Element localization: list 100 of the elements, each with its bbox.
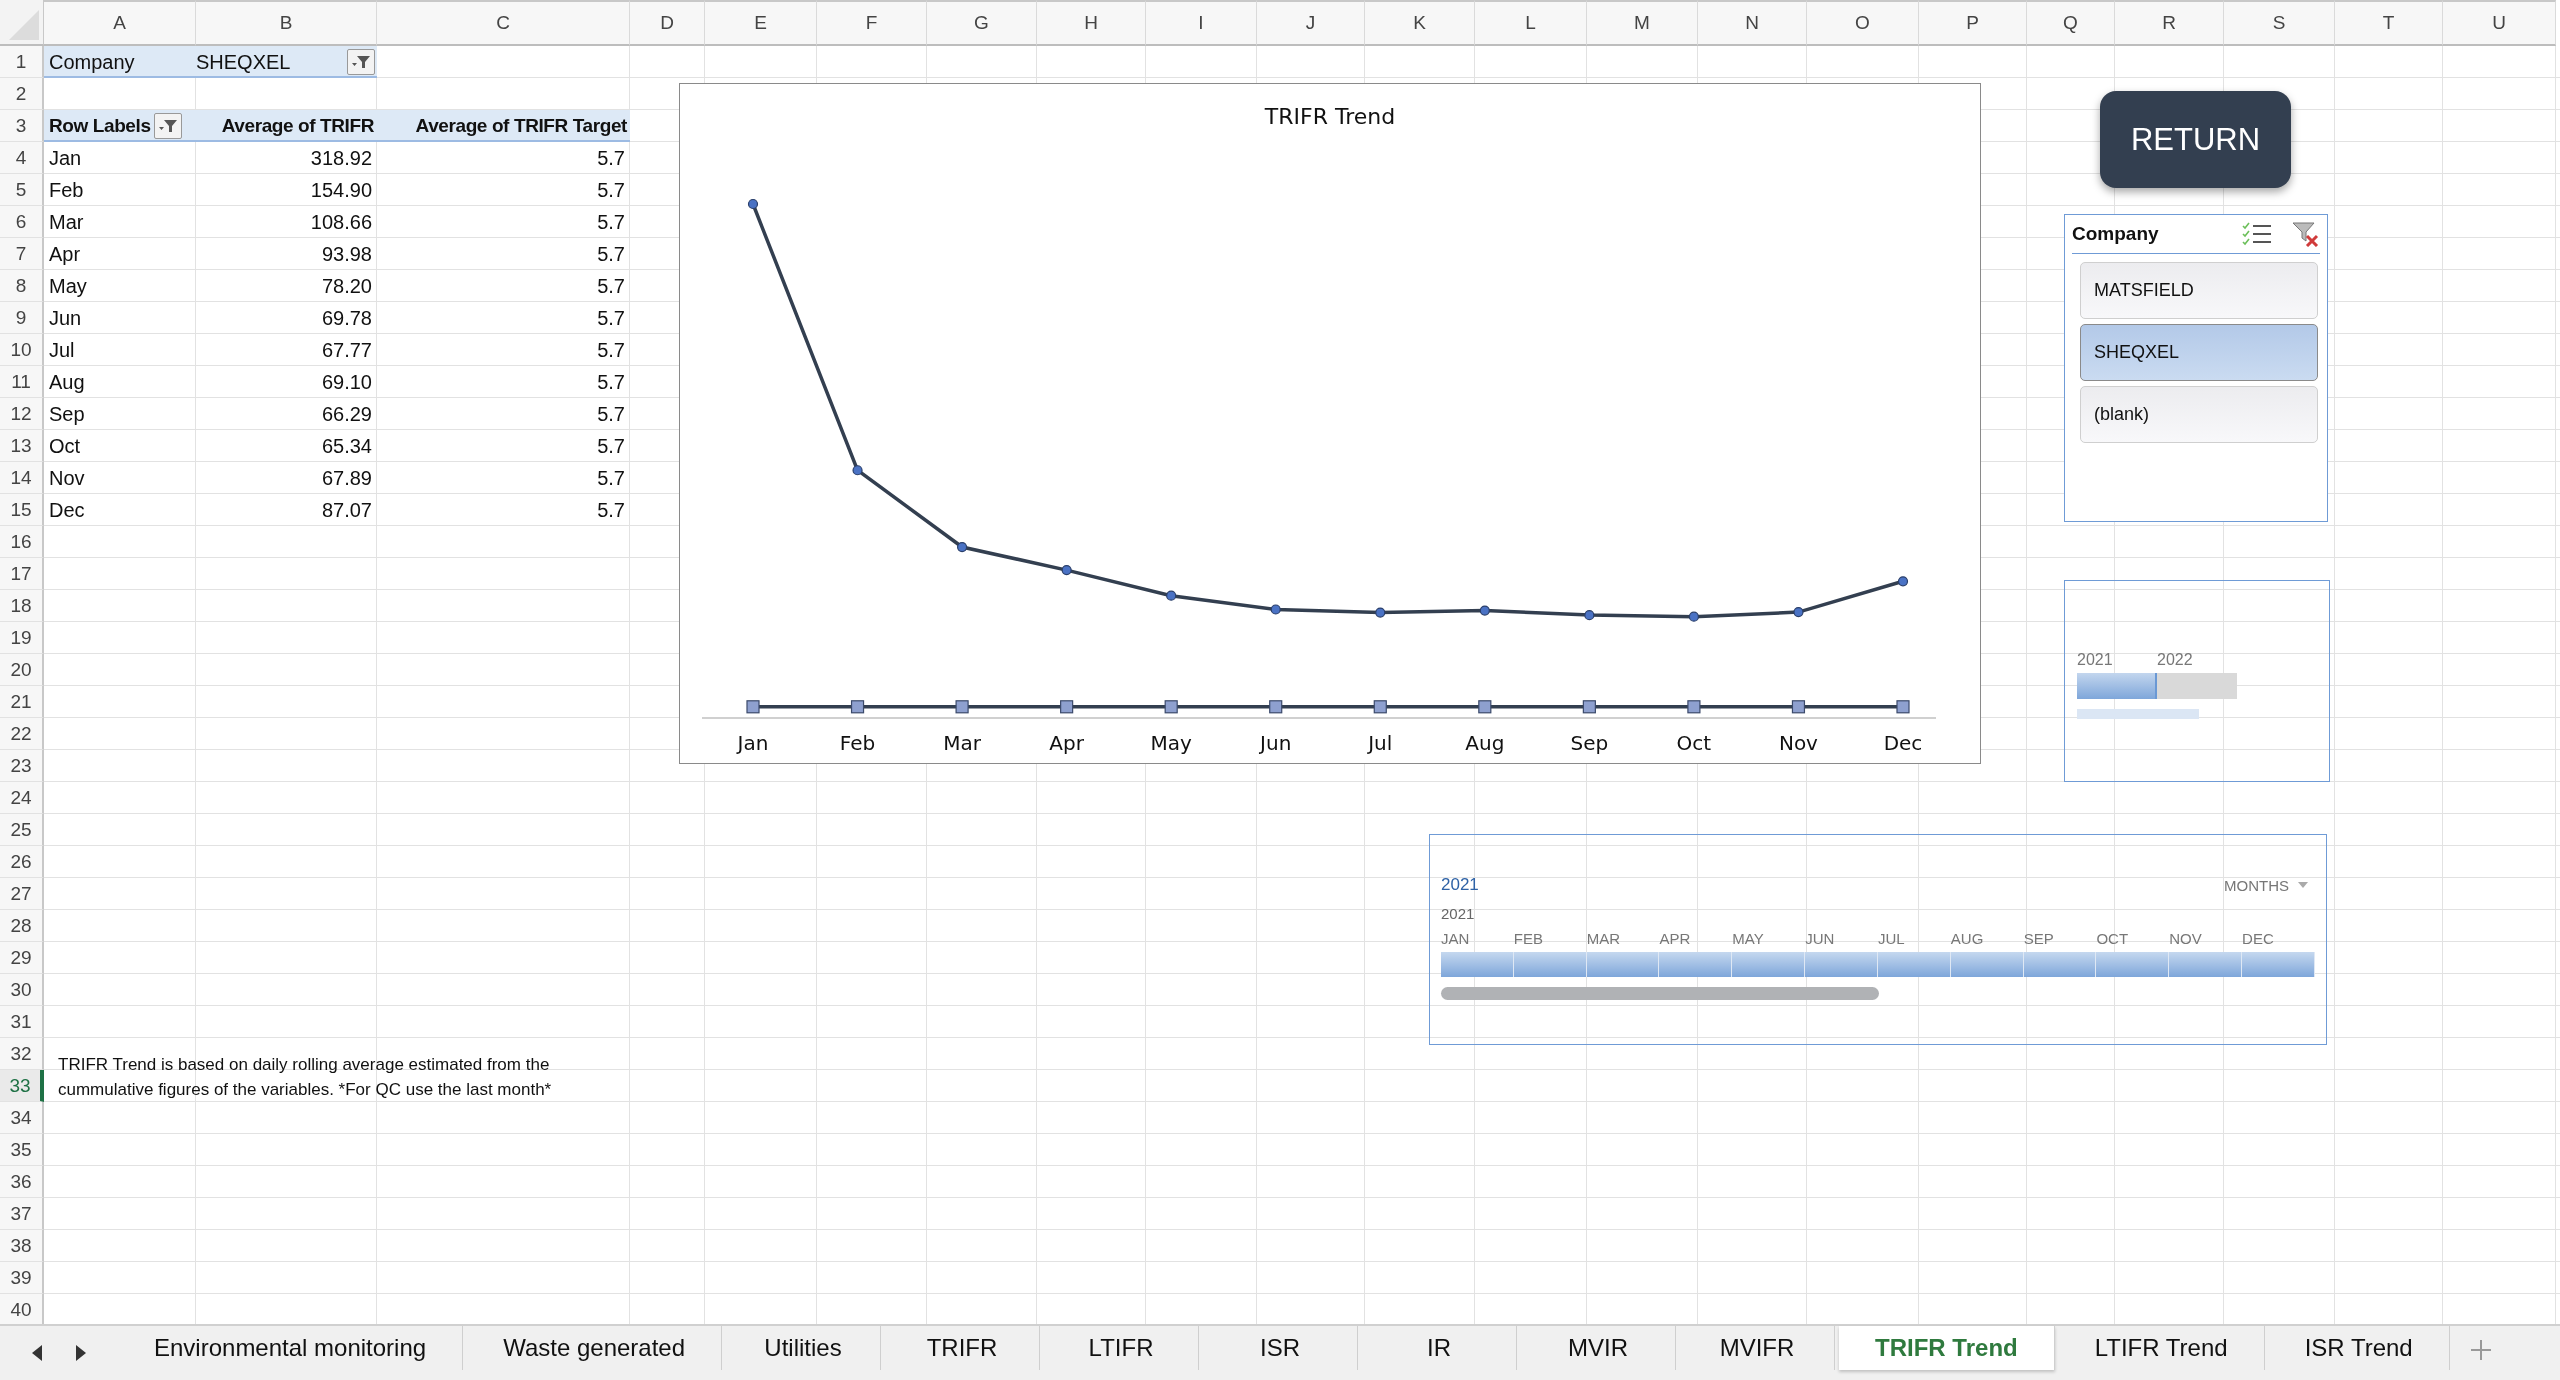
row-header[interactable]: 29 xyxy=(0,942,44,974)
row-header[interactable]: 9 xyxy=(0,302,44,334)
column-header[interactable]: S xyxy=(2224,0,2335,46)
column-header[interactable]: P xyxy=(1919,0,2027,46)
previous-sheet-icon[interactable] xyxy=(30,1344,44,1362)
column-header[interactable]: M xyxy=(1587,0,1698,46)
column-header[interactable]: D xyxy=(630,0,705,46)
slicer-item[interactable]: (blank) xyxy=(2080,386,2318,443)
row-header[interactable]: 24 xyxy=(0,782,44,814)
row-header[interactable]: 33 xyxy=(0,1070,44,1102)
data-point xyxy=(746,700,760,714)
month-segment[interactable] xyxy=(1513,952,1587,977)
row-header[interactable]: 4 xyxy=(0,142,44,174)
level-dropdown[interactable]: MONTHS xyxy=(2218,876,2315,894)
column-header[interactable]: F xyxy=(817,0,927,46)
column-header[interactable]: L xyxy=(1475,0,1587,46)
row-header[interactable]: 31 xyxy=(0,1006,44,1038)
row-header[interactable]: 35 xyxy=(0,1134,44,1166)
column-header[interactable]: O xyxy=(1807,0,1919,46)
row-header[interactable]: 11 xyxy=(0,366,44,398)
row-header[interactable]: 23 xyxy=(0,750,44,782)
data-point xyxy=(1166,590,1177,601)
row-header[interactable]: 10 xyxy=(0,334,44,366)
row-header[interactable]: 3 xyxy=(0,110,44,142)
slicer-item[interactable]: SHEQXEL xyxy=(2080,324,2318,381)
row-header[interactable]: 25 xyxy=(0,814,44,846)
year-segment[interactable] xyxy=(2157,673,2237,699)
next-sheet-icon[interactable] xyxy=(74,1344,88,1362)
row-header[interactable]: 39 xyxy=(0,1262,44,1294)
row-header[interactable]: 30 xyxy=(0,974,44,1006)
month-segment[interactable] xyxy=(2169,952,2243,977)
clear-filter-icon[interactable] xyxy=(2292,221,2320,247)
table-cell-text: 5.7 xyxy=(596,402,626,426)
row-header[interactable]: 15 xyxy=(0,494,44,526)
return-button[interactable]: RETURN xyxy=(2100,91,2291,188)
row-header[interactable]: 1 xyxy=(0,46,44,78)
column-header[interactable]: N xyxy=(1698,0,1807,46)
slicer-item[interactable]: MATSFIELD xyxy=(2080,262,2318,319)
row-header[interactable]: 7 xyxy=(0,238,44,270)
row-header[interactable]: 40 xyxy=(0,1294,44,1326)
column-header[interactable]: U xyxy=(2443,0,2556,46)
column-header[interactable]: R xyxy=(2115,0,2224,46)
column-header[interactable]: T xyxy=(2335,0,2443,46)
month-label: FEB xyxy=(1513,930,1544,949)
row-header[interactable]: 8 xyxy=(0,270,44,302)
row-header[interactable]: 37 xyxy=(0,1198,44,1230)
column-header[interactable]: A xyxy=(44,0,196,46)
column-header[interactable]: H xyxy=(1037,0,1146,46)
column-header[interactable]: E xyxy=(705,0,817,46)
row-header[interactable]: 6 xyxy=(0,206,44,238)
scroll-bar[interactable] xyxy=(2077,709,2199,719)
row-header[interactable]: 34 xyxy=(0,1102,44,1134)
filter-button[interactable] xyxy=(153,113,182,139)
row-header[interactable]: 19 xyxy=(0,622,44,654)
month-segment[interactable] xyxy=(2023,952,2097,977)
column-header[interactable]: K xyxy=(1365,0,1475,46)
row-header[interactable]: 17 xyxy=(0,558,44,590)
data-point xyxy=(1791,700,1806,714)
column-header[interactable]: Q xyxy=(2027,0,2115,46)
select-all-button[interactable] xyxy=(0,0,44,46)
row-header[interactable]: 14 xyxy=(0,462,44,494)
month-segment[interactable] xyxy=(1441,952,1514,977)
row-header[interactable]: 21 xyxy=(0,686,44,718)
row-header[interactable]: 36 xyxy=(0,1166,44,1198)
row-header[interactable]: 20 xyxy=(0,654,44,686)
row-header[interactable]: 5 xyxy=(0,174,44,206)
month-segment[interactable] xyxy=(1805,952,1878,977)
column-header[interactable]: G xyxy=(927,0,1037,46)
month-segment[interactable] xyxy=(1659,952,1733,977)
month-segment[interactable] xyxy=(1950,952,2024,977)
month-label: MAY xyxy=(1732,930,1765,949)
add-sheet-icon[interactable] xyxy=(2469,1339,2492,1361)
row-header[interactable]: 32 xyxy=(0,1038,44,1070)
month-segment[interactable] xyxy=(2242,952,2315,977)
scroll-bar[interactable] xyxy=(1441,987,1879,1000)
month-segment[interactable] xyxy=(1877,952,1951,977)
month-segment[interactable] xyxy=(2096,952,2170,977)
column-header[interactable]: B xyxy=(196,0,377,46)
column-header[interactable]: C xyxy=(377,0,630,46)
row-header[interactable]: 27 xyxy=(0,878,44,910)
row-header[interactable]: 28 xyxy=(0,910,44,942)
filter-button[interactable] xyxy=(347,49,375,75)
row-header[interactable]: 22 xyxy=(0,718,44,750)
column-header[interactable]: I xyxy=(1146,0,1257,46)
row-header[interactable]: 18 xyxy=(0,590,44,622)
year-segment[interactable] xyxy=(2077,673,2157,699)
column-header[interactable]: J xyxy=(1257,0,1365,46)
row-header[interactable]: 38 xyxy=(0,1230,44,1262)
row-header[interactable]: 26 xyxy=(0,846,44,878)
sheet-tab[interactable]: TRIFR Trend xyxy=(1839,1326,2055,1370)
row-header[interactable]: 12 xyxy=(0,398,44,430)
month-segment[interactable] xyxy=(1586,952,1660,977)
row-header[interactable]: 2 xyxy=(0,78,44,110)
row-header[interactable]: 13 xyxy=(0,430,44,462)
table-cell-text: 5.7 xyxy=(596,274,626,298)
row-header[interactable]: 16 xyxy=(0,526,44,558)
multi-select-icon[interactable] xyxy=(2242,222,2272,246)
table-cell-text: Company xyxy=(48,50,136,74)
table-cell-text: Jul xyxy=(48,338,76,362)
month-segment[interactable] xyxy=(1732,952,1806,977)
